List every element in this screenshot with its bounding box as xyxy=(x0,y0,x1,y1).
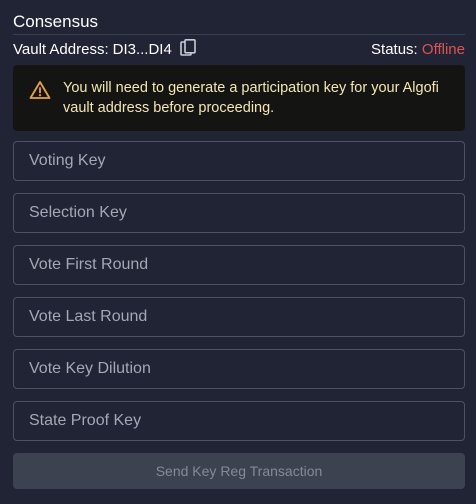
vault-address-label: Vault Address: xyxy=(13,40,109,58)
state-proof-key-field[interactable] xyxy=(13,401,465,441)
send-key-reg-button[interactable]: Send Key Reg Transaction xyxy=(13,453,465,489)
vote-key-dilution-input[interactable] xyxy=(27,359,464,379)
warning-icon xyxy=(29,80,51,100)
consensus-panel: Consensus Vault Address: DI3...DI4 Statu… xyxy=(0,0,476,504)
vault-address-value: DI3...DI4 xyxy=(112,40,172,58)
selection-key-field[interactable] xyxy=(13,193,465,233)
status-label: Status: xyxy=(371,40,418,58)
state-proof-key-input[interactable] xyxy=(27,411,464,431)
status: Status: Offline xyxy=(371,41,465,58)
voting-key-input[interactable] xyxy=(27,151,464,171)
vote-first-round-input[interactable] xyxy=(27,255,464,275)
vote-last-round-field[interactable] xyxy=(13,297,465,337)
voting-key-field[interactable] xyxy=(13,141,465,181)
vote-last-round-input[interactable] xyxy=(27,307,464,327)
vote-key-dilution-field[interactable] xyxy=(13,349,465,389)
selection-key-input[interactable] xyxy=(27,203,464,223)
warning-text: You will need to generate a participatio… xyxy=(63,80,439,116)
copy-icon[interactable] xyxy=(180,39,198,59)
vault-info-row: Vault Address: DI3...DI4 Status: Offline xyxy=(13,35,465,63)
page-title: Consensus xyxy=(13,0,465,35)
warning-alert: You will need to generate a participatio… xyxy=(13,65,465,131)
vote-first-round-field[interactable] xyxy=(13,245,465,285)
vault-address: Vault Address: DI3...DI4 xyxy=(13,39,198,59)
status-value: Offline xyxy=(421,40,465,58)
